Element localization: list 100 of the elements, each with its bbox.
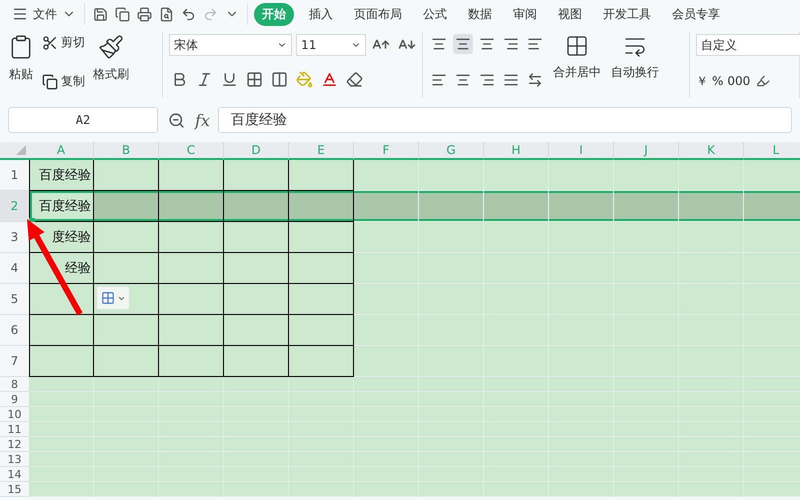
table-cell: 百度经验 — [29, 191, 94, 222]
table-cell — [289, 222, 354, 253]
ribbon-tab[interactable]: 插入 — [301, 2, 341, 26]
table-cell — [29, 284, 94, 315]
ribbon-tab[interactable]: 审阅 — [505, 2, 545, 26]
row-header[interactable]: 14 — [0, 467, 29, 482]
row-header[interactable]: 10 — [0, 407, 29, 422]
fx-label[interactable]: fx — [195, 110, 210, 130]
table-cell — [29, 392, 94, 407]
table-cell — [159, 191, 224, 222]
table-cell — [744, 222, 800, 253]
ribbon-tab[interactable]: 会员专享 — [664, 2, 728, 26]
table-cell — [94, 315, 159, 346]
formula-field[interactable]: 百度经验 — [218, 107, 792, 133]
wrap-text-button[interactable]: 自动换行 — [609, 32, 662, 98]
copy-icon[interactable] — [113, 4, 132, 24]
table-cell — [354, 191, 419, 222]
table-cell — [159, 222, 224, 253]
format-painter-button[interactable]: 格式刷 — [91, 32, 131, 98]
table-cell — [419, 191, 484, 222]
font-select[interactable]: 宋体 — [169, 34, 292, 56]
table-cell — [159, 315, 224, 346]
table-cell — [224, 346, 289, 377]
table-cell — [29, 407, 94, 422]
table-cell — [354, 315, 419, 346]
table-cell — [419, 160, 484, 191]
table-cell — [29, 377, 94, 392]
ribbon-tab[interactable]: 公式 — [415, 2, 455, 26]
table-cell — [549, 160, 614, 191]
row-header[interactable]: 9 — [0, 392, 29, 407]
table-cell — [159, 160, 224, 191]
table-cell — [484, 482, 549, 497]
table-cell — [159, 482, 224, 497]
table-cell — [289, 284, 354, 315]
table-cell — [354, 284, 419, 315]
table-cell — [679, 222, 744, 253]
table-cell — [549, 191, 614, 222]
table-cell — [289, 482, 354, 497]
table-cell — [29, 346, 94, 377]
file-menu[interactable]: 文件 — [33, 6, 57, 22]
table-cell — [549, 222, 614, 253]
table-cell — [744, 191, 800, 222]
ribbon-tab[interactable]: 页面布局 — [346, 2, 410, 26]
table-cell — [679, 482, 744, 497]
align-icon[interactable] — [453, 34, 474, 54]
table-cell — [289, 346, 354, 377]
table-cell — [29, 452, 94, 467]
table-cell — [29, 467, 94, 482]
table-cell — [679, 191, 744, 222]
table-cell — [29, 437, 94, 452]
table-cell — [159, 346, 224, 377]
merge-center-button[interactable]: 合并居中 — [551, 32, 604, 98]
number-format-select[interactable]: 自定义 — [696, 34, 800, 56]
thousands-button[interactable]: 000 — [727, 74, 750, 88]
cut-button[interactable]: 剪切 — [42, 34, 85, 51]
table-cell — [94, 377, 159, 392]
table-cell — [614, 482, 679, 497]
row-header[interactable]: 12 — [0, 437, 29, 452]
paste-button[interactable]: 粘贴 — [6, 32, 36, 98]
name-box[interactable]: A2 — [8, 107, 158, 133]
table-cell — [484, 222, 549, 253]
percent-button[interactable]: % — [712, 74, 724, 88]
row-header[interactable]: 13 — [0, 452, 29, 467]
table-icon — [100, 291, 114, 305]
table-cell: 百度经验 — [29, 160, 94, 191]
row-header[interactable]: 11 — [0, 422, 29, 437]
table-cell — [224, 482, 289, 497]
font-size-select[interactable]: 11 — [296, 34, 366, 56]
table-cell — [224, 253, 289, 284]
print-icon[interactable] — [135, 4, 154, 24]
currency-button[interactable]: ￥ — [696, 72, 708, 90]
table-cell — [29, 315, 94, 346]
row-header[interactable]: 8 — [0, 377, 29, 392]
table-cell — [484, 191, 549, 222]
table-cell — [94, 253, 159, 284]
paste-options-button[interactable] — [97, 287, 129, 309]
table-cell — [614, 160, 679, 191]
ribbon-tab[interactable]: 开发工具 — [595, 2, 659, 26]
table-cell — [679, 160, 744, 191]
table-cell — [354, 222, 419, 253]
table-cell — [159, 377, 224, 392]
ribbon-tab[interactable]: 视图 — [550, 2, 590, 26]
table-cell — [484, 160, 549, 191]
table-cell — [224, 191, 289, 222]
scissors-icon — [42, 34, 58, 50]
table-cell — [29, 422, 94, 437]
table-cell — [354, 377, 419, 392]
paintbrush-icon — [98, 34, 124, 60]
table-cell — [289, 160, 354, 191]
row-header[interactable]: 15 — [0, 482, 29, 497]
table-cell — [289, 377, 354, 392]
fill-color-icon[interactable] — [294, 69, 316, 90]
table-cell — [419, 222, 484, 253]
table-cell — [94, 346, 159, 377]
merge-cells-icon — [565, 34, 590, 58]
table-cell — [94, 191, 159, 222]
table-cell — [419, 482, 484, 497]
ribbon-tab[interactable]: 数据 — [460, 2, 500, 26]
copy-button[interactable]: 复制 — [42, 73, 85, 90]
table-cell — [94, 160, 159, 191]
